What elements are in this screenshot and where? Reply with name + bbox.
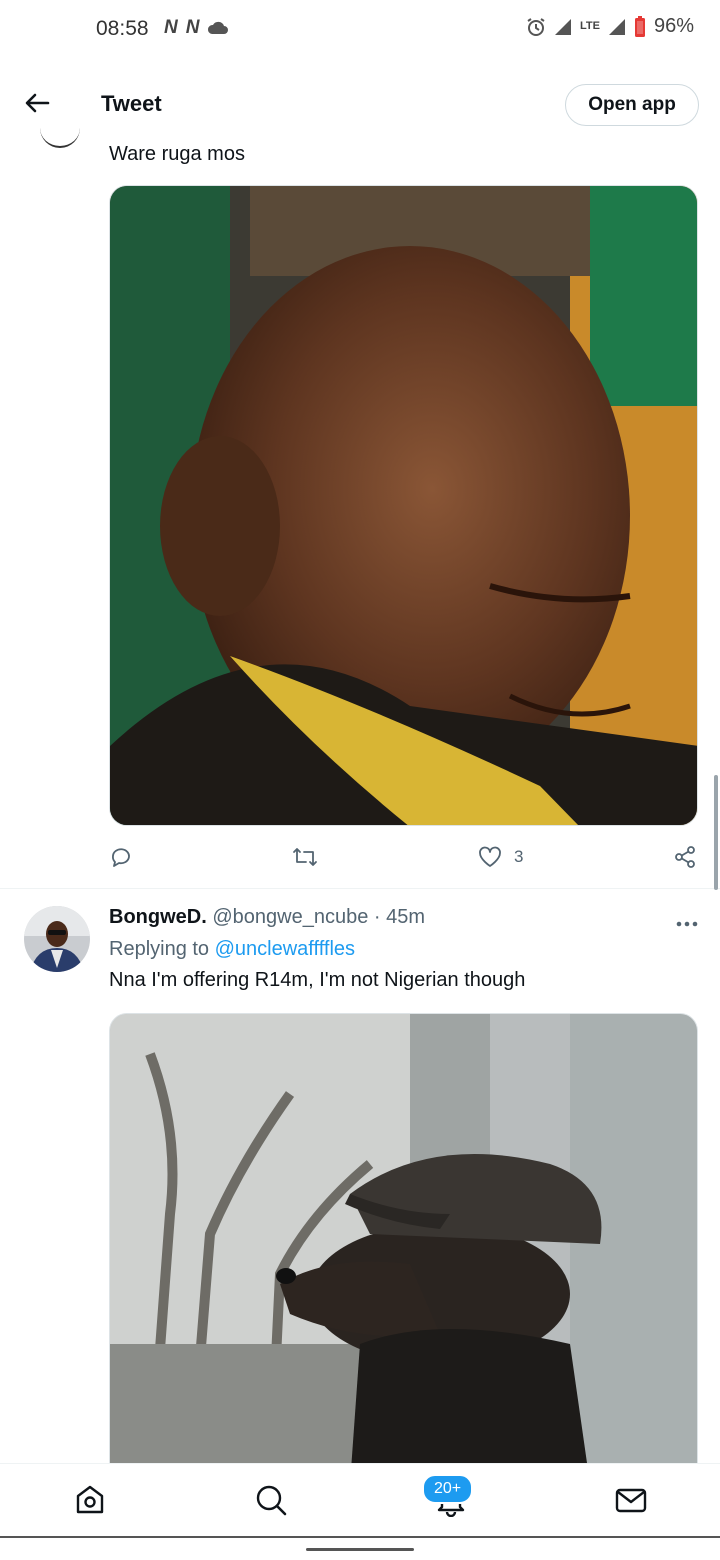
reply-icon — [112, 848, 130, 867]
status-right: LTE 96% — [526, 15, 694, 38]
app-header: Tweet Open app — [0, 66, 720, 146]
tweet-text: Nna I'm offering R14m, I'm not Nigerian … — [109, 969, 526, 991]
bottom-nav: 20+ — [0, 1463, 720, 1538]
alarm-icon — [527, 17, 545, 36]
separator: · — [373, 906, 381, 928]
replying-prefix: Replying to — [109, 938, 210, 960]
n-app-icon: N — [185, 17, 200, 38]
nav-messages[interactable] — [611, 1480, 651, 1520]
retweet-icon — [293, 848, 317, 866]
signal-icon — [608, 18, 625, 35]
nav-search[interactable] — [251, 1480, 291, 1520]
avatar-image — [24, 906, 90, 972]
search-icon — [256, 1485, 287, 1516]
more-icon — [676, 921, 698, 927]
home-icon — [76, 1485, 104, 1514]
reply-button[interactable] — [109, 845, 145, 869]
tweet[interactable]: BongweD. @bongwe_ncube · 45m Replying to… — [0, 889, 720, 1483]
tweet-actions: 3 — [109, 837, 699, 877]
back-button[interactable] — [20, 86, 54, 120]
share-button[interactable] — [673, 845, 697, 869]
author-name[interactable]: BongweD. — [109, 906, 207, 928]
battery-level: 96% — [653, 15, 694, 37]
photo-dog-in-cap — [110, 1014, 697, 1482]
retweet-button[interactable] — [292, 845, 330, 869]
arrow-left-icon — [25, 93, 50, 113]
tweet[interactable]: Ware ruga mos 3 — [0, 140, 720, 889]
network-type: LTE — [580, 20, 600, 32]
nav-home[interactable] — [70, 1480, 110, 1520]
photo-portrait-man — [110, 186, 697, 825]
heart-icon — [479, 846, 501, 867]
battery-icon — [634, 15, 645, 37]
signal-icon — [555, 18, 571, 35]
open-app-button[interactable]: Open app — [565, 84, 699, 126]
tweet-time[interactable]: 45m — [386, 906, 425, 928]
tweet-photo[interactable] — [109, 185, 698, 826]
tweet-text: Ware ruga mos — [109, 143, 245, 165]
status-time: 08:58 — [96, 17, 149, 40]
like-count: 3 — [514, 847, 524, 866]
more-options-button[interactable] — [676, 907, 698, 933]
gesture-bar[interactable] — [306, 1548, 414, 1551]
scrollbar[interactable] — [714, 775, 718, 890]
tweet-photo[interactable] — [109, 1013, 698, 1483]
replying-handle-link[interactable]: @unclewaffffles — [215, 938, 355, 960]
tweet-header: BongweD. @bongwe_ncube · 45m — [109, 906, 425, 929]
share-icon — [675, 846, 695, 868]
n-app-icon: N — [164, 17, 178, 38]
page-title: Tweet — [101, 91, 162, 116]
author-handle[interactable]: @bongwe_ncube — [212, 906, 368, 928]
messages-icon — [615, 1488, 647, 1513]
notification-icons: N N — [164, 17, 229, 39]
notifications-badge: 20+ — [422, 1474, 474, 1504]
like-button[interactable]: 3 — [478, 846, 523, 868]
status-bar: 08:58 N N LTE 96% — [0, 0, 720, 60]
avatar[interactable] — [24, 906, 90, 972]
avatar[interactable] — [40, 126, 80, 148]
replying-to: Replying to @unclewaffffles — [109, 938, 355, 961]
cloud-icon — [208, 21, 229, 34]
